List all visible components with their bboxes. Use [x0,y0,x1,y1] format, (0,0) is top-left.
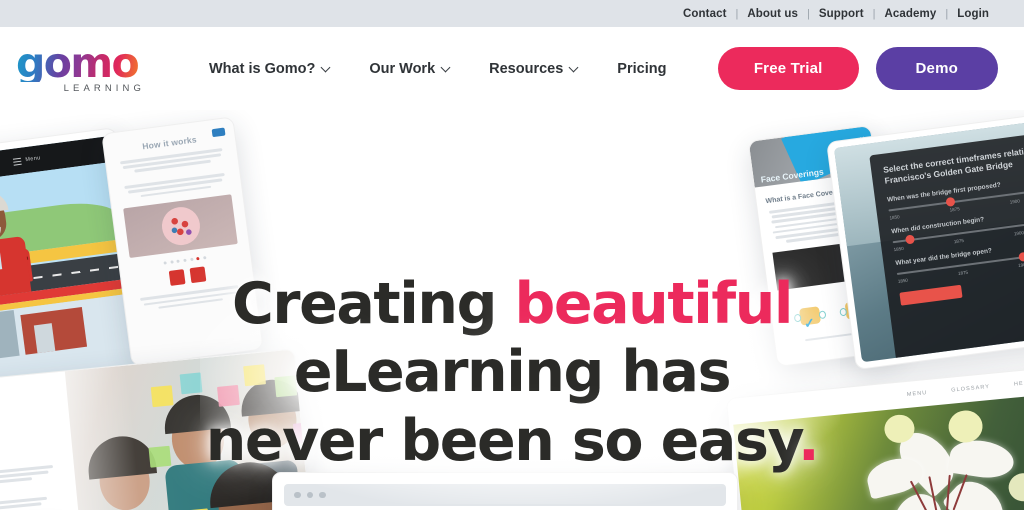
logo-tagline: LEARNING [63,82,145,94]
chevron-down-icon [442,63,451,72]
browser-content-row [284,506,726,510]
chevron-down-icon [570,63,579,72]
mockup-card-flower: MENU GLOSSARY HELP NEXT PAGE [725,366,1024,510]
topbar-link-academy[interactable]: Academy [876,8,946,20]
headline-text-beautiful: beautiful [514,271,793,337]
utility-links: Contact | About us | Support | Academy |… [674,8,998,20]
logo-wordmark: gomo [14,43,148,84]
step-dot[interactable] [189,257,194,262]
people-card-title: mity [0,401,56,438]
site-header: gomo LEARNING What is Gomo? Our Work Res… [0,27,1024,110]
header-cta-group: Free Trial Demo [717,47,998,90]
placeholder-text-line [0,502,42,510]
window-minimize-dot-icon[interactable] [306,491,313,499]
window-maximize-dot-icon[interactable] [319,491,326,499]
prev-arrow-icon[interactable] [168,269,186,287]
mask-correct-icon: ✓ [793,303,827,331]
quiz-panel: Select the correct timeframes relating t… [869,127,1024,363]
nav-item-resources[interactable]: Resources [470,61,598,77]
mockup-card-browser [272,472,738,510]
tick-label: 1850 [889,214,900,221]
mockup-card-bridge-quiz: Select the correct timeframes relating t… [826,110,1024,371]
nav-item-our-work[interactable]: Our Work [350,61,470,77]
tick-label: 1900 [1009,198,1021,205]
placeholder-text-line [0,477,33,486]
topbar-link-about-us[interactable]: About us [738,8,807,20]
tick-label: 1875 [949,206,960,213]
step-dot[interactable] [169,260,174,265]
nav-label: Resources [489,60,564,77]
step-dot[interactable] [163,261,167,265]
blood-cells-graphic [159,204,202,248]
nav-item-pricing[interactable]: Pricing [598,61,685,77]
illustration-door [33,323,56,354]
tablet-menu-label: Menu [25,155,42,164]
step-dot[interactable] [176,259,181,264]
free-trial-button[interactable]: Free Trial [717,47,859,90]
person-face [309,401,316,460]
browser-titlebar [284,484,726,506]
flower-bud [947,408,984,445]
step-dot[interactable] [183,258,187,263]
flower-nav-menu[interactable]: MENU [907,390,928,398]
headline-text-creating: Creating [231,271,515,337]
gomo-logo[interactable]: gomo LEARNING [14,43,148,94]
window-close-dot-icon[interactable] [294,491,301,499]
tick-label: 1850 [893,245,904,253]
hero-section: Menu How it works Face Coverings What is… [0,110,1024,510]
quiz-background-photo: Select the correct timeframes relating t… [833,115,1024,363]
topbar-link-contact[interactable]: Contact [674,8,736,20]
next-arrow-icon[interactable] [189,266,206,284]
flower-nav-help[interactable]: HELP [1014,380,1024,388]
quiz-slider-handle[interactable] [1018,252,1024,263]
topbar-link-support[interactable]: Support [810,8,873,20]
step-dot-active[interactable] [196,257,201,261]
tick-label: 1900 [1017,261,1024,268]
chevron-down-icon [322,63,331,72]
hamburger-menu-icon [13,157,22,166]
sticky-note [303,360,316,383]
main-navigation: What is Gomo? Our Work Resources Pricing [190,61,685,77]
person-hair [302,389,316,427]
people-card-subtitle: ias [0,437,59,463]
step-dot[interactable] [203,256,207,260]
utility-topbar: Contact | About us | Support | Academy |… [0,0,1024,27]
card-badge-icon [211,127,226,138]
nav-item-what-is-gomo[interactable]: What is Gomo? [190,61,350,77]
flower-bud [1007,471,1024,503]
tick-label: 1900 [1013,229,1024,237]
topbar-link-login[interactable]: Login [948,8,998,20]
tick-label: 1875 [957,269,969,276]
tick-label: 1875 [953,237,965,245]
tick-label: 1850 [897,277,909,284]
nav-label: Our Work [369,60,436,77]
nav-label: Pricing [617,60,667,77]
demo-button[interactable]: Demo [875,47,998,90]
quiz-submit-button[interactable] [899,284,963,306]
nav-label: What is Gomo? [209,60,316,77]
how-it-works-image [123,194,238,259]
flower-petal [947,436,1017,482]
flower-nav-glossary[interactable]: GLOSSARY [951,384,990,394]
mockup-card-people-photo: mity ias [0,348,316,510]
